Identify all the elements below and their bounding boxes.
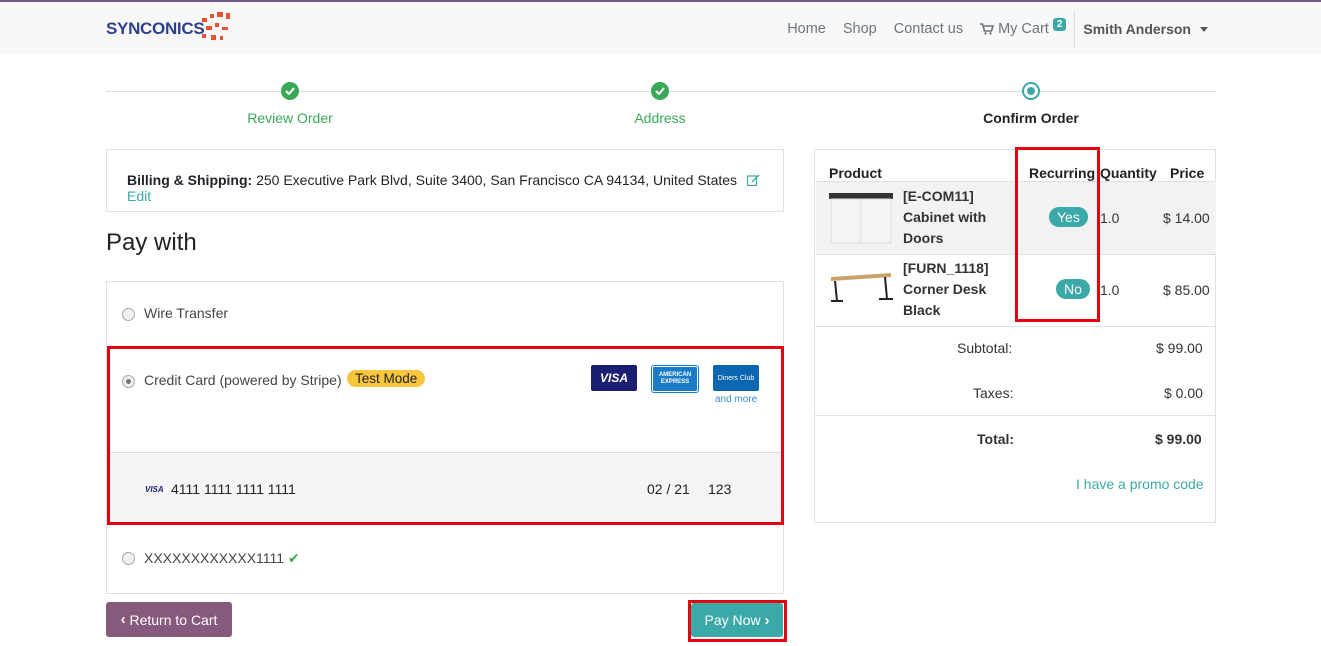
price-value: $ 14.00 xyxy=(1163,210,1210,226)
payment-methods-list xyxy=(106,281,784,594)
card-brand-icon: VISA xyxy=(145,485,164,494)
billing-address: 250 Executive Park Blvd, Suite 3400, San… xyxy=(256,172,738,188)
billing-label: Billing & Shipping: xyxy=(127,172,253,188)
saved-card-number: XXXXXXXXXXXX1111 xyxy=(144,550,285,566)
diners-club-logo-icon: Diners Club xyxy=(713,365,759,391)
card-number-input[interactable]: 4111 1111 1111 1111 xyxy=(171,481,296,497)
col-recurring: Recurring xyxy=(1029,165,1096,181)
price-value: $ 85.00 xyxy=(1163,282,1210,298)
quantity-value: 1.0 xyxy=(1100,210,1120,226)
return-label: Return to Cart xyxy=(129,611,218,628)
quantity-value: 1.0 xyxy=(1100,282,1120,298)
order-summary: Product Recurring Quantity Price [E-COM1… xyxy=(814,149,1216,523)
col-price: Price xyxy=(1170,165,1205,181)
user-name: Smith Anderson xyxy=(1083,21,1191,37)
subtotal-value: $ 99.00 xyxy=(1156,340,1203,356)
amex-logo-icon: AMERICAN EXPRESS xyxy=(651,365,699,393)
nav-shop[interactable]: Shop xyxy=(843,21,877,37)
chevron-right-icon: › xyxy=(764,611,770,629)
card-expiry-input[interactable]: 02 / 21 xyxy=(647,481,690,497)
subtotal-label: Subtotal: xyxy=(957,340,1013,356)
cabinet-product-image xyxy=(829,193,893,244)
wire-transfer-label[interactable]: Wire Transfer xyxy=(144,305,228,321)
cart-count-badge: 2 xyxy=(1052,17,1067,31)
product-name: [FURN_1118] Corner Desk Black xyxy=(903,260,989,318)
step-confirm-current-icon xyxy=(1022,82,1040,100)
test-mode-badge: Test Mode xyxy=(347,370,426,387)
card-cvc-input[interactable]: 123 xyxy=(708,481,731,497)
return-to-cart-button[interactable]: ‹ Return to Cart xyxy=(106,602,232,637)
edit-icon xyxy=(746,174,760,187)
step-address[interactable]: Address xyxy=(634,110,685,126)
caret-down-icon xyxy=(1200,26,1208,32)
total-value: $ 99.00 xyxy=(1155,431,1202,447)
recurring-badge: No xyxy=(1056,279,1090,299)
col-quantity: Quantity xyxy=(1100,165,1157,181)
edit-label: Edit xyxy=(127,188,152,204)
col-product: Product xyxy=(829,165,882,181)
wire-transfer-radio[interactable] xyxy=(122,308,135,321)
step-confirm-order: Confirm Order xyxy=(983,110,1079,126)
saved-card-radio[interactable] xyxy=(122,552,135,565)
logo-mark-icon xyxy=(202,12,236,46)
step-address-check-icon xyxy=(651,82,669,100)
saved-card-label[interactable]: XXXXXXXXXXXX1111 ✔ xyxy=(144,550,300,567)
desk-product-image xyxy=(831,273,893,302)
pay-label: Pay Now xyxy=(704,612,761,628)
total-label: Total: xyxy=(977,431,1015,447)
pay-now-button[interactable]: Pay Now › xyxy=(691,603,783,637)
and-more-link[interactable]: and more xyxy=(715,394,757,405)
nav-contact[interactable]: Contact us xyxy=(894,21,963,37)
nav-divider xyxy=(1074,11,1076,47)
cart-label: My Cart xyxy=(998,21,1049,37)
user-menu[interactable]: Smith Anderson xyxy=(1083,21,1208,37)
taxes-value: $ 0.00 xyxy=(1164,385,1203,401)
top-navbar: SYNCONICS Home Shop Contact us My Cart 2… xyxy=(0,0,1321,54)
shopping-cart-icon xyxy=(980,23,995,35)
visa-logo-icon: VISA xyxy=(591,365,637,391)
product-name: [E-COM11] Cabinet with Doors xyxy=(903,188,987,246)
credit-card-radio[interactable] xyxy=(122,375,135,388)
logo-text: SYNCONICS xyxy=(106,19,205,38)
verified-check-icon: ✔ xyxy=(287,550,300,566)
taxes-label: Taxes: xyxy=(973,385,1014,401)
nav-home[interactable]: Home xyxy=(787,21,826,37)
promo-code-link[interactable]: I have a promo code xyxy=(1076,476,1204,492)
recurring-badge: Yes xyxy=(1049,207,1088,227)
main-nav: Home Shop Contact us My Cart 2 Smith And… xyxy=(770,2,1208,56)
credit-card-label[interactable]: Credit Card (powered by Stripe) xyxy=(144,372,342,388)
nav-my-cart[interactable]: My Cart 2 xyxy=(980,17,1067,37)
billing-shipping-box: Billing & Shipping: 250 Executive Park B… xyxy=(106,149,784,212)
step-review-order[interactable]: Review Order xyxy=(247,110,333,126)
company-logo[interactable]: SYNCONICS xyxy=(106,12,236,46)
step-review-check-icon xyxy=(281,82,299,100)
pay-with-heading: Pay with xyxy=(106,229,197,256)
chevron-left-icon: ‹ xyxy=(120,611,126,628)
